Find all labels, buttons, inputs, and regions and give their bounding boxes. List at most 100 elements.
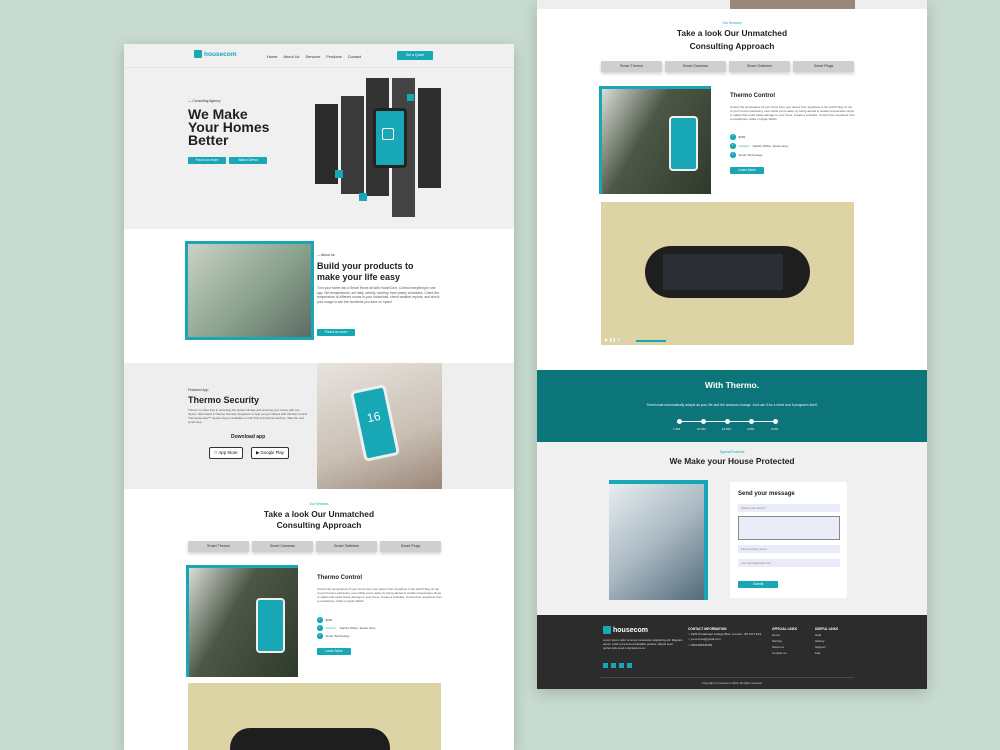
- service-tabs: Smart Thermo Smart Cameras Smart Switche…: [188, 541, 441, 552]
- tab-smart-plugs[interactable]: Smart Plugs: [793, 61, 854, 72]
- featured-body: There's no other limit to unlocking the …: [188, 408, 308, 424]
- nav-services[interactable]: Services: [305, 54, 320, 59]
- feature-row: ✓ Smart Technology: [317, 633, 350, 639]
- timeline-dot[interactable]: [725, 419, 730, 424]
- footer-useful-links: USEFUL LINKS Help History Support Faq: [815, 627, 839, 656]
- download-label: Download app: [231, 434, 266, 440]
- hero-section: housecom Home About Us Services Products…: [124, 44, 514, 229]
- price-row: ✓ $299: [317, 617, 333, 623]
- colours-row: ✓ Colours: Starfire White, Space Grey: [730, 143, 789, 149]
- tab-smart-switches[interactable]: Smart Switches: [316, 541, 377, 552]
- feature-row: ✓ Smart Technology: [730, 152, 763, 158]
- phone-icon: ●: [688, 643, 690, 647]
- woman-phone-photo: [609, 480, 708, 600]
- tab-smart-cameras[interactable]: Smart Cameras: [252, 541, 313, 552]
- twitter-icon[interactable]: [611, 663, 616, 668]
- nav-home[interactable]: Home: [267, 54, 277, 59]
- about-button[interactable]: Found us more: [317, 329, 355, 336]
- timeline-dot[interactable]: [701, 419, 706, 424]
- tab-smart-cameras[interactable]: Smart Cameras: [665, 61, 726, 72]
- tab-smart-thermo[interactable]: Smart Thermo: [601, 61, 662, 72]
- learn-more-button[interactable]: Learn More: [317, 648, 351, 655]
- service-tabs: Smart Thermo Smart Cameras Smart Switche…: [601, 61, 854, 72]
- learn-more-button[interactable]: Learn More: [730, 167, 764, 174]
- footer-link[interactable]: Contact us: [772, 650, 797, 656]
- check-icon: ✓: [317, 625, 323, 631]
- google-play-button[interactable]: ▶ Google Play: [251, 447, 289, 459]
- linkedin-icon[interactable]: [627, 663, 632, 668]
- hero-mosaic-image: [315, 78, 443, 217]
- check-icon: ✓: [317, 633, 323, 639]
- featured-title: Thermo Security: [188, 395, 260, 405]
- hero-title: We Make Your Homes Better: [188, 106, 270, 148]
- facebook-icon[interactable]: [603, 663, 608, 668]
- nav-products[interactable]: Products: [326, 54, 341, 59]
- app-store-button[interactable]:  App Store: [209, 447, 243, 459]
- tab-smart-switches[interactable]: Smart Switches: [729, 61, 790, 72]
- message-field[interactable]: [738, 516, 840, 540]
- form-title: Send your message: [738, 491, 795, 497]
- nav-about[interactable]: About Us: [283, 54, 299, 59]
- nav-contact[interactable]: Contact: [348, 54, 361, 59]
- logo[interactable]: housecom: [194, 50, 237, 58]
- contact-form: Send your message What's this about? Fir…: [730, 482, 847, 598]
- video-progress-bar[interactable]: [636, 340, 666, 342]
- lock-icon: [382, 128, 394, 140]
- video-player[interactable]: ▶ ❚❚ ↺: [601, 202, 854, 345]
- header-divider: [124, 67, 514, 68]
- get-quote-button[interactable]: Get a Quote: [397, 51, 433, 60]
- timeline-dot[interactable]: [677, 419, 682, 424]
- phone-icon: [256, 598, 285, 653]
- featured-kicker: Featured App: [188, 388, 209, 392]
- product-body: Control the temperature of your home fro…: [730, 105, 855, 121]
- tab-smart-thermo[interactable]: Smart Thermo: [188, 541, 249, 552]
- services-section: Our Services Take a look Our Unmatched Co…: [124, 489, 514, 750]
- footer: housecom Lorem ipsum dolor sit amet cons…: [537, 615, 927, 689]
- subject-field[interactable]: What's this about?: [738, 504, 840, 512]
- hero-primary-button[interactable]: Found us more: [188, 157, 226, 164]
- featured-section: Featured App Thermo Security There's no …: [124, 363, 514, 489]
- price-row: ✓ $299: [730, 134, 746, 140]
- timeline-dot[interactable]: [773, 419, 778, 424]
- colours-row: ✓ Colours: Starfire White, Space Grey: [317, 625, 376, 631]
- mail-icon: ●: [688, 637, 690, 641]
- instagram-icon[interactable]: [619, 663, 624, 668]
- tab-smart-plugs[interactable]: Smart Plugs: [380, 541, 441, 552]
- about-kicker: — About us: [317, 253, 335, 257]
- footer-contact: CONTACT INFORMATION ● 1929 Panakwaw Coll…: [688, 627, 762, 647]
- about-title: Build your products to make your life eas…: [317, 261, 414, 282]
- footer-link[interactable]: Faq: [815, 650, 838, 656]
- page-left: housecom Home About Us Services Products…: [124, 44, 514, 750]
- hero-demo-button[interactable]: Watch Demo: [229, 157, 267, 164]
- main-nav: Home About Us Services Products Contact: [267, 54, 361, 59]
- protect-section: Special Features We Make your House Prot…: [537, 442, 927, 615]
- house-icon: [194, 50, 202, 58]
- thermo-banner: With Thermo. Thermostat automatically ad…: [537, 370, 927, 442]
- services-kicker: Our Services: [722, 21, 742, 25]
- protect-title: We Make your House Protected: [669, 456, 795, 466]
- services-title: Take a look Our Unmatched Consulting Appr…: [263, 509, 375, 530]
- email-field[interactable]: you-name@email.com: [738, 559, 840, 567]
- timeline-dot[interactable]: [749, 419, 754, 424]
- product-body: Control the temperature of your home fro…: [317, 587, 442, 603]
- check-icon: ✓: [730, 152, 736, 158]
- page-right: Our Services Take a look Our Unmatched Co…: [537, 0, 927, 689]
- timeline-label: 3 PM: [747, 427, 755, 431]
- name-field[interactable]: First and last name: [738, 545, 840, 553]
- services-title: Take a look Our Unmatched Consulting Appr…: [676, 28, 788, 51]
- apple-icon: : [214, 450, 217, 455]
- check-icon: ✓: [730, 143, 736, 149]
- thermo-body: Thermostat automatically adapts as your …: [646, 403, 818, 407]
- timeline-label: 7 AM: [673, 427, 680, 431]
- submit-button[interactable]: Submit: [738, 581, 778, 588]
- footer-logo[interactable]: housecom: [603, 626, 648, 634]
- footer-about: Lorem ipsum dolor sit amet consectetur a…: [603, 638, 683, 650]
- timeline-label: 10 AM: [697, 427, 706, 431]
- play-icon[interactable]: ▶ ❚❚ ↺: [605, 337, 620, 342]
- product-title: Thermo Control: [317, 575, 362, 581]
- thermo-control-photo: [599, 86, 711, 194]
- footer-official-links: OFFICIAL LINKS Home Service About us Con…: [772, 627, 798, 656]
- protect-kicker: Special Features: [719, 450, 745, 454]
- thermo-title: With Thermo.: [704, 380, 760, 390]
- check-icon: ✓: [730, 134, 736, 140]
